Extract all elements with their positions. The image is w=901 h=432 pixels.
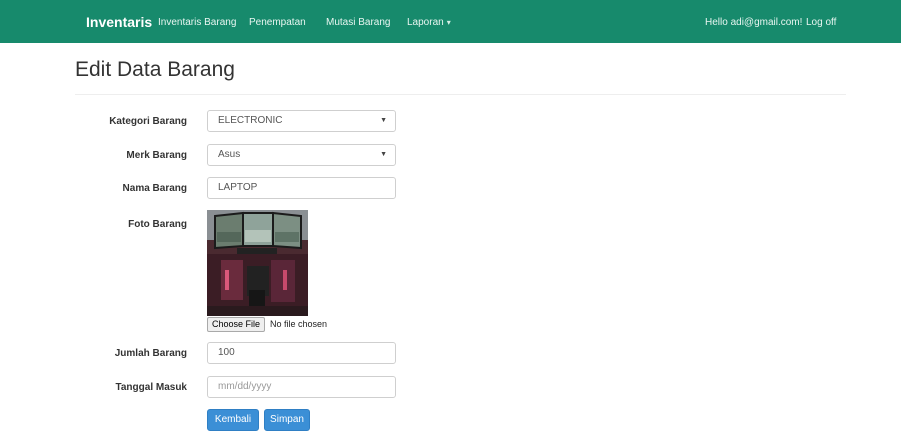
title-divider xyxy=(75,94,846,95)
nav-laporan-label: Laporan xyxy=(407,17,444,28)
file-status-text: No file chosen xyxy=(270,319,328,329)
kategori-label: Kategori Barang xyxy=(109,116,187,127)
nav-mutasi-barang[interactable]: Mutasi Barang xyxy=(326,0,390,43)
kategori-selected-value: ELECTRONIC xyxy=(218,115,283,126)
brand-link[interactable]: Inventaris xyxy=(86,0,152,43)
dropdown-arrow-icon: ▼ xyxy=(380,117,387,124)
tanggal-placeholder: mm/dd/yyyy xyxy=(218,381,272,392)
jumlah-label: Jumlah Barang xyxy=(114,348,187,359)
nav-inventaris-barang[interactable]: Inventaris Barang xyxy=(158,0,236,43)
nav-penempatan[interactable]: Penempatan xyxy=(249,0,306,43)
chevron-down-icon: ▾ xyxy=(446,18,451,27)
merk-selected-value: Asus xyxy=(218,149,241,160)
product-photo xyxy=(207,210,308,316)
user-greeting-link[interactable]: Hello adi@gmail.com! xyxy=(705,0,802,43)
tanggal-label: Tanggal Masuk xyxy=(115,382,188,393)
foto-label: Foto Barang xyxy=(128,219,187,230)
tanggal-input[interactable]: mm/dd/yyyy xyxy=(207,376,396,398)
dropdown-arrow-icon: ▼ xyxy=(380,151,387,158)
simpan-button[interactable]: Simpan xyxy=(264,409,310,431)
logoff-link[interactable]: Log off xyxy=(806,0,836,43)
merk-label: Merk Barang xyxy=(126,150,187,161)
kategori-select[interactable]: ELECTRONIC ▼ xyxy=(207,110,396,132)
nama-input[interactable]: LAPTOP xyxy=(207,177,396,199)
nav-laporan-dropdown[interactable]: Laporan ▾ xyxy=(407,0,451,43)
jumlah-value: 100 xyxy=(218,347,235,358)
photo-image xyxy=(207,210,308,316)
nama-label: Nama Barang xyxy=(122,183,187,194)
merk-select[interactable]: Asus ▼ xyxy=(207,144,396,166)
page-title: Edit Data Barang xyxy=(75,58,235,81)
top-navbar: Inventaris Inventaris Barang Penempatan … xyxy=(0,0,901,43)
jumlah-input[interactable]: 100 xyxy=(207,342,396,364)
nama-value: LAPTOP xyxy=(218,182,258,193)
kembali-button[interactable]: Kembali xyxy=(207,409,259,431)
choose-file-button[interactable]: Choose File xyxy=(207,317,266,332)
